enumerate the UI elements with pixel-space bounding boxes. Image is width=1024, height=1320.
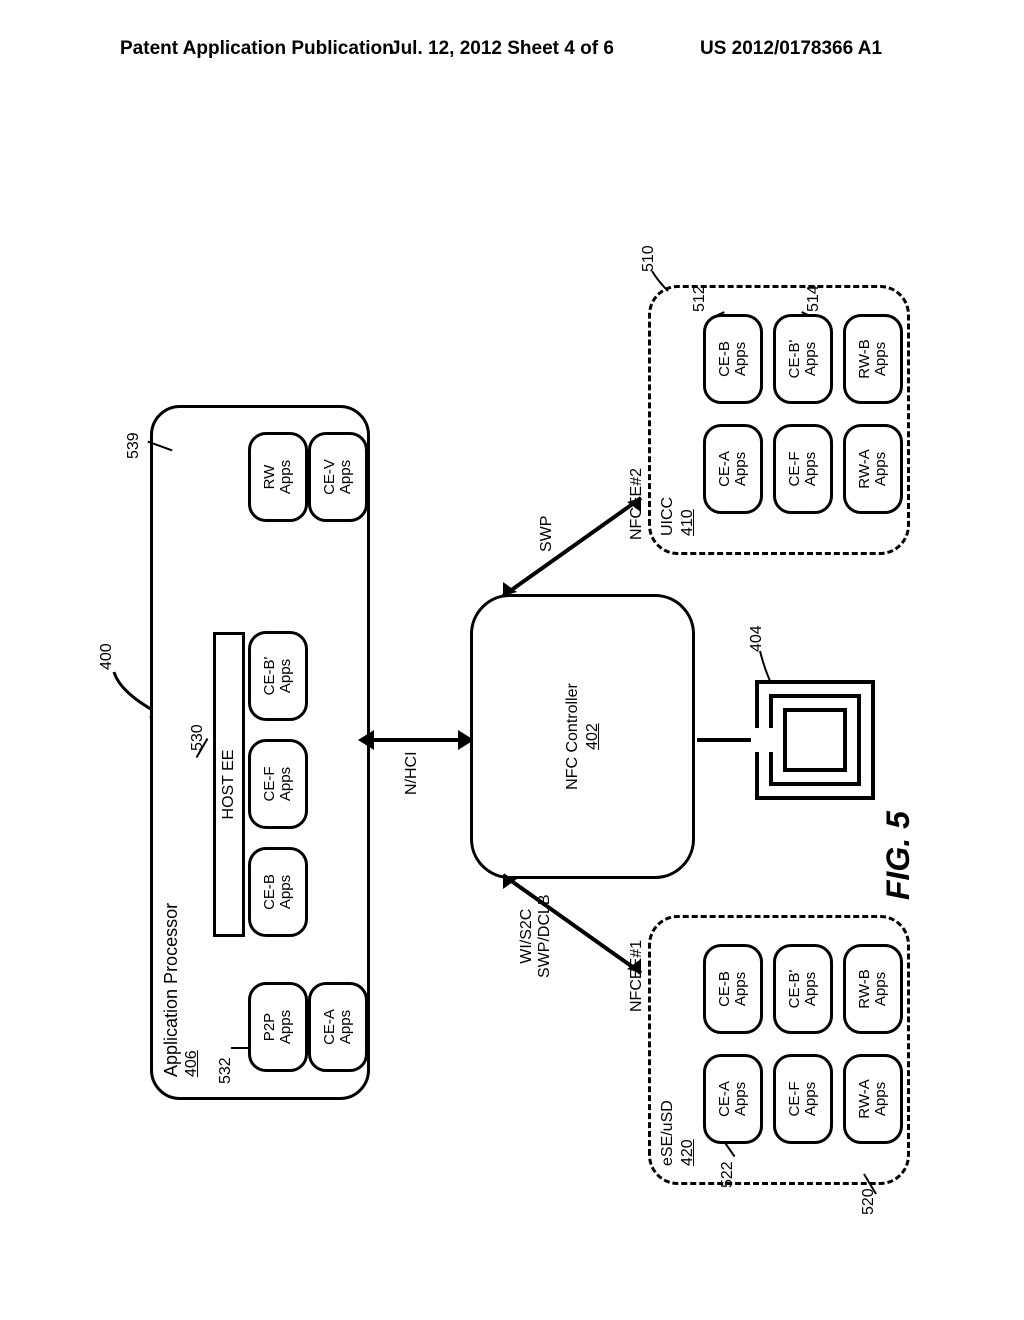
nfccee2-title: NFCEE#2 (628, 468, 646, 540)
link-nhci-line (372, 738, 460, 742)
header-mid: Jul. 12, 2012 Sheet 4 of 6 (390, 38, 614, 60)
nfccee2-ceb: CE-BApps (703, 314, 763, 404)
ref-410: 410 (679, 509, 697, 536)
link-right-label: SWP (538, 516, 556, 552)
page: Patent Application Publication Jul. 12, … (0, 0, 1024, 1320)
figure-area: 400 Application Processor 406 532 539 HO… (100, 160, 920, 1190)
ap-title: Application Processor (161, 903, 182, 1077)
nfccee1-cea: CE-AApps (703, 1054, 763, 1144)
ap-rw-apps: RWApps (248, 432, 308, 522)
nfccee2-rwb: RW-BApps (843, 314, 903, 404)
figure-rotated: 400 Application Processor 406 532 539 HO… (100, 160, 920, 1190)
ref-512: 512 (691, 285, 709, 312)
ap-cebp-apps: CE-B'Apps (248, 631, 308, 721)
figure-label: FIG. 5 (880, 811, 917, 900)
nfccee1-title: NFCEE#1 (628, 940, 646, 1012)
nfccee2-cebp: CE-B'Apps (773, 314, 833, 404)
header-left: Patent Application Publication (120, 38, 394, 60)
ap-cev-apps: CE-VApps (308, 432, 368, 522)
nfccee2-chip: UICC (659, 497, 677, 536)
nfccee1-chip: eSE/uSD (659, 1100, 677, 1166)
ap-ceb-apps: CE-BApps (248, 847, 308, 937)
link-left-label: WI/S2CSWP/DCLB (518, 894, 554, 978)
nfc-controller-title: NFC Controller (564, 683, 582, 790)
nfccee1-rwb: RW-BApps (843, 944, 903, 1034)
nfc-to-antenna-line (697, 738, 757, 742)
ref-402: 402 (584, 683, 602, 790)
ref-530: 530 (189, 724, 207, 751)
ref-539: 539 (125, 432, 143, 459)
host-ee-label: HOST EE (220, 750, 238, 820)
ap-cea-apps: CE-AApps (308, 982, 368, 1072)
application-processor-box: Application Processor 406 532 539 HOST E… (150, 405, 370, 1100)
leader-520 (860, 1168, 890, 1198)
nfccee2-cef: CE-FApps (773, 424, 833, 514)
leader-404 (756, 645, 776, 685)
nfccee1-cebp: CE-B'Apps (773, 944, 833, 1034)
ref-522: 522 (719, 1161, 737, 1188)
link-nhci-head-up (358, 730, 374, 750)
header-right: US 2012/0178366 A1 (700, 38, 882, 60)
nfccee1-rwa: RW-AApps (843, 1054, 903, 1144)
nfccee1-cef: CE-FApps (773, 1054, 833, 1144)
ap-p2p-apps: P2PApps (248, 982, 308, 1072)
ref-514: 514 (805, 285, 823, 312)
ref-420: 420 (679, 1139, 697, 1166)
ap-cef-apps: CE-FApps (248, 739, 308, 829)
nfccee1-box: eSE/uSD 420 522 CE-AApps CE-BApps CE-FAp… (648, 915, 910, 1185)
host-ee-box: HOST EE (213, 632, 245, 937)
nfccee2-rwa: RW-AApps (843, 424, 903, 514)
ref-406: 406 (183, 1050, 201, 1077)
nfccee2-box: UICC 410 512 514 CE-AApps CE-BApps CE-FA… (648, 285, 910, 555)
leader-510 (648, 265, 678, 295)
link-nhci-label: N/HCI (403, 751, 421, 795)
nfccee2-cea: CE-AApps (703, 424, 763, 514)
nfc-controller-box: NFC Controller 402 (470, 594, 695, 879)
nfccee1-ceb: CE-BApps (703, 944, 763, 1034)
ref-532: 532 (217, 1057, 235, 1084)
